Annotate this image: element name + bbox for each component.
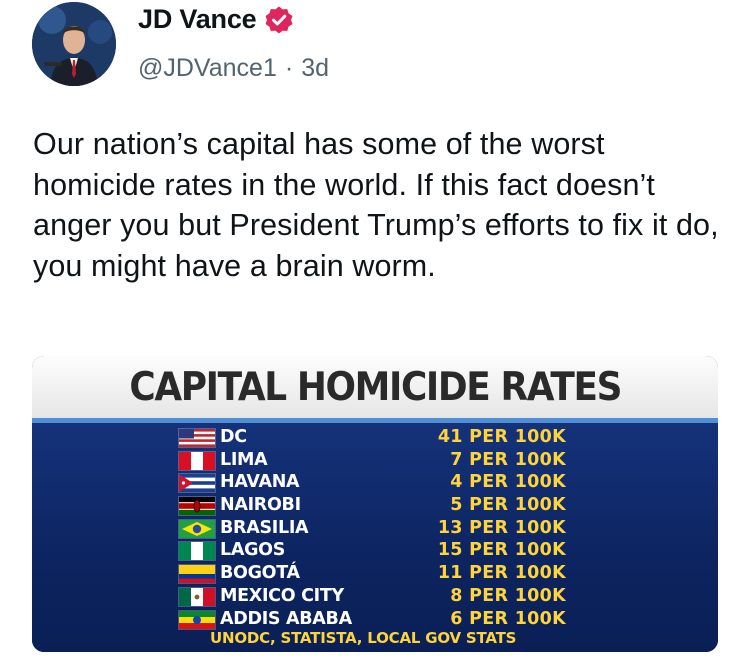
rate-row: BOGOTÁ 11 PER 100K [32,562,718,585]
city-name: HAVANA [220,472,300,493]
colombia-flag-icon [178,564,216,585]
author-name-row: JD Vance [138,4,294,35]
kenya-flag-icon [178,496,216,517]
homicide-rate: 15 PER 100K [437,540,566,561]
homicide-rate: 4 PER 100K [450,472,566,493]
meta-separator: · [284,54,294,82]
city-name: NAIROBI [220,495,301,516]
city-name: ADDIS ABABA [220,608,352,629]
rate-row: LIMA 7 PER 100K [32,449,718,472]
homicide-rate: 5 PER 100K [450,495,566,516]
rate-row: BRASILIA 13 PER 100K [32,517,718,540]
ethiopia-flag-icon [178,609,216,630]
rate-row: LAGOS 15 PER 100K [32,539,718,562]
author-name[interactable]: JD Vance [138,4,257,35]
author-handle[interactable]: @JDVance1 [138,54,277,83]
verified-badge-icon [265,6,293,33]
us-flag-icon [178,428,216,448]
city-name: LAGOS [220,540,286,561]
city-name: LIMA [220,449,268,470]
homicide-rate: 6 PER 100K [450,608,566,629]
tweet-image[interactable]: CAPITAL HOMICIDE RATES DC 41 PER 100K LI… [32,356,718,652]
graphic-title-bar: CAPITAL HOMICIDE RATES [32,356,718,418]
rate-list: DC 41 PER 100K LIMA 7 PER 100K HAVANA 4 … [32,426,718,630]
cuba-flag-icon [178,473,216,494]
graphic-title: CAPITAL HOMICIDE RATES [129,364,622,410]
author-meta: @JDVance1 · 3d [138,54,329,83]
rate-row: HAVANA 4 PER 100K [32,471,718,494]
profile-photo-icon [32,2,116,86]
rate-row: DC 41 PER 100K [32,426,718,449]
post-time[interactable]: 3d [301,54,329,83]
city-name: MEXICO CITY [220,585,344,606]
homicide-rate: 8 PER 100K [450,585,566,606]
graphic-source: UNODC, STATISTA, LOCAL GOV STATS [210,629,517,647]
homicide-rate: 7 PER 100K [450,449,566,470]
rate-row: ADDIS ABABA 6 PER 100K [32,608,718,631]
homicide-rate: 11 PER 100K [437,563,566,584]
homicide-rate: 41 PER 100K [437,427,566,447]
tweet-text: Our nation’s capital has some of the wor… [33,127,719,283]
avatar[interactable] [32,2,116,86]
nigeria-flag-icon [178,541,216,562]
city-name: DC [220,427,247,447]
mexico-flag-icon [178,586,216,607]
city-name: BRASILIA [220,517,309,538]
homicide-rate: 13 PER 100K [437,517,566,538]
brazil-flag-icon [178,518,216,539]
rate-row: MEXICO CITY 8 PER 100K [32,585,718,608]
peru-flag-icon [178,450,216,471]
city-name: BOGOTÁ [220,563,300,584]
rate-row: NAIROBI 5 PER 100K [32,494,718,517]
